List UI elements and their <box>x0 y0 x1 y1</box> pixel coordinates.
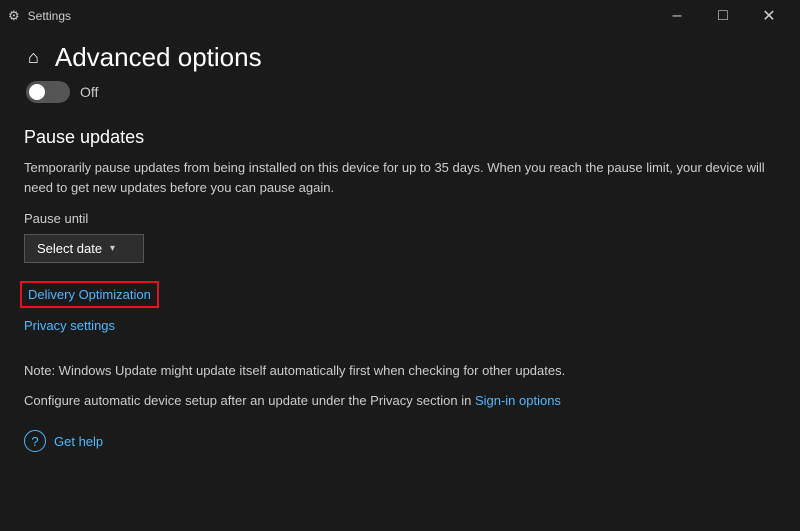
links-section: Delivery Optimization Privacy settings <box>24 285 776 341</box>
toggle-knob <box>29 84 45 100</box>
note-text: Note: Windows Update might update itself… <box>24 361 776 381</box>
get-help-row: ? Get help <box>24 430 776 452</box>
close-button[interactable]: ✕ <box>746 0 792 32</box>
title-bar-controls: – □ ✕ <box>654 0 792 32</box>
page-header: ⌂ Advanced options <box>24 42 776 73</box>
toggle-row: Off <box>26 81 776 103</box>
sign-in-options-link[interactable]: Sign-in options <box>475 391 561 411</box>
minimize-button[interactable]: – <box>654 0 700 32</box>
main-content: ⌂ Advanced options Off Pause updates Tem… <box>0 32 800 462</box>
back-button[interactable]: ⌂ <box>24 43 43 72</box>
chevron-down-icon: ▾ <box>110 243 115 254</box>
select-date-label: Select date <box>37 241 102 256</box>
select-date-button[interactable]: Select date ▾ <box>24 234 144 263</box>
title-bar-left: ⚙ Settings <box>8 8 71 24</box>
pause-updates-description: Temporarily pause updates from being ins… <box>24 158 776 197</box>
delivery-optimization-link[interactable]: Delivery Optimization <box>24 285 155 304</box>
home-icon: ⌂ <box>28 47 39 68</box>
settings-icon: ⚙ <box>8 8 20 24</box>
configure-text-content: Configure automatic device setup after a… <box>24 393 475 408</box>
title-bar: ⚙ Settings – □ ✕ <box>0 0 800 32</box>
maximize-button[interactable]: □ <box>700 0 746 32</box>
title-bar-title: Settings <box>28 9 71 23</box>
help-icon: ? <box>24 430 46 452</box>
pause-until-label: Pause until <box>24 211 776 226</box>
advanced-options-toggle[interactable] <box>26 81 70 103</box>
get-help-link[interactable]: Get help <box>54 434 103 449</box>
page-title: Advanced options <box>55 42 262 73</box>
configure-text: Configure automatic device setup after a… <box>24 391 776 411</box>
pause-updates-title: Pause updates <box>24 127 776 148</box>
privacy-settings-link[interactable]: Privacy settings <box>24 318 115 333</box>
toggle-label: Off <box>80 84 98 100</box>
